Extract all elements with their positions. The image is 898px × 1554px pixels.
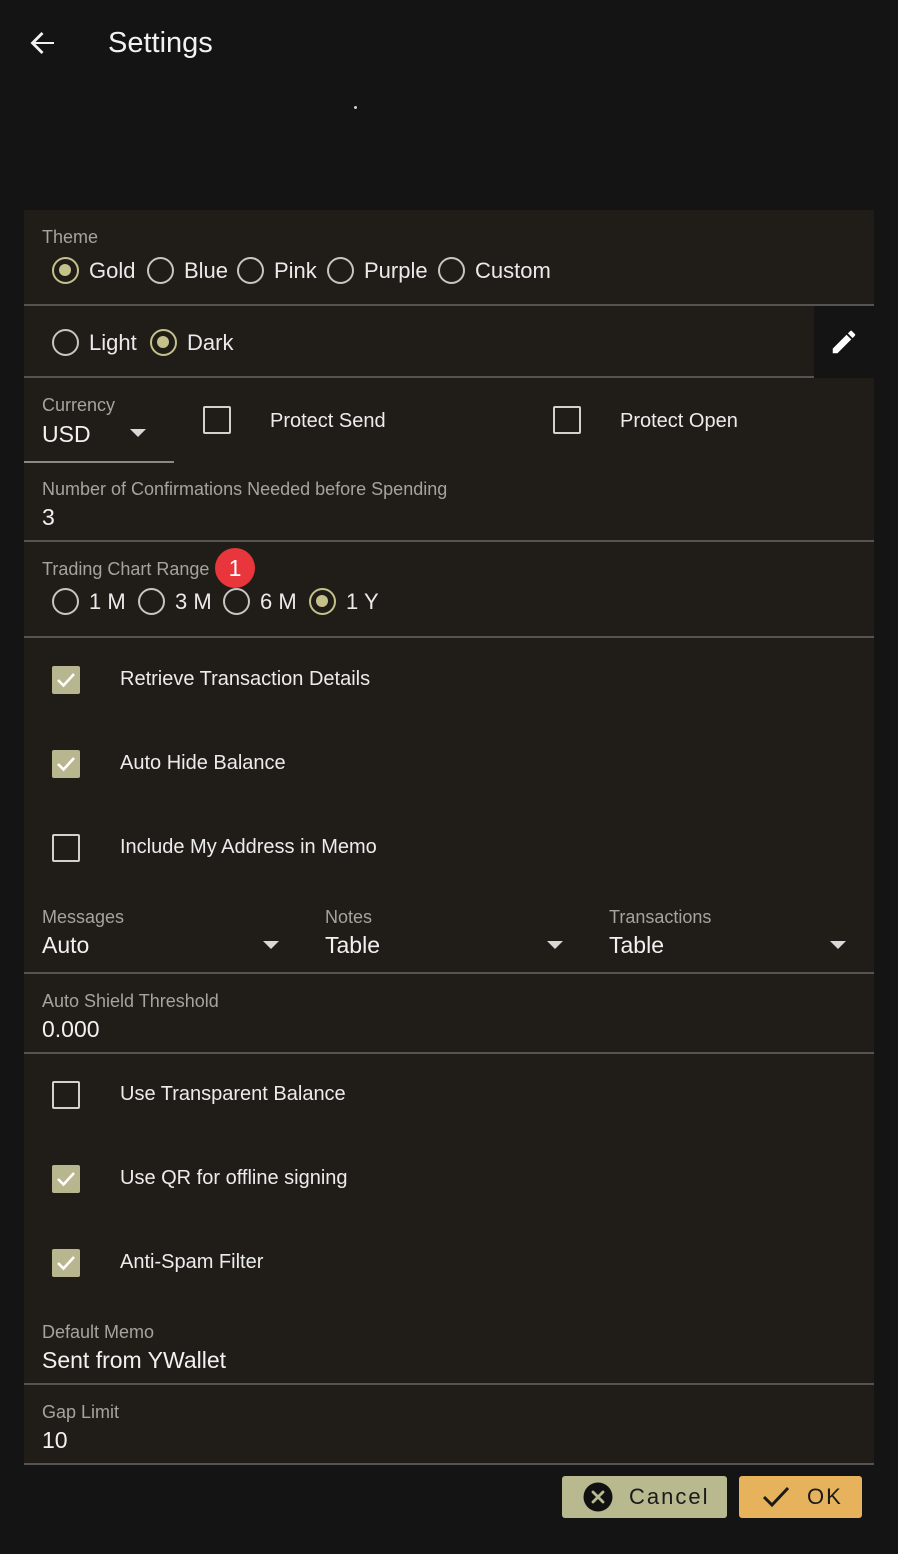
theme-option-custom[interactable]: Custom (438, 257, 551, 284)
option-label[interactable]: Anti-Spam Filter (120, 1251, 263, 1274)
chart-range-option-label: 3 M (175, 588, 212, 614)
option-label[interactable]: Use QR for offline signing (120, 1167, 348, 1190)
chart-range-option-3m[interactable]: 3 M (138, 588, 212, 615)
gap-limit-input[interactable]: 10 (42, 1427, 68, 1454)
check-icon (762, 1486, 790, 1508)
app-bar: Settings (0, 0, 898, 90)
chevron-down-icon (130, 429, 146, 437)
radio-icon (52, 257, 79, 284)
chart-range-option-6m[interactable]: 6 M (223, 588, 297, 615)
chart-range-option-label: 6 M (260, 588, 297, 614)
radio-icon (327, 257, 354, 284)
radio-icon (147, 257, 174, 284)
view-dropdown-label: Transactions (609, 907, 712, 927)
brightness-option-dark[interactable]: Dark (150, 329, 233, 356)
ok-button[interactable]: OK (739, 1476, 862, 1518)
brightness-option-light[interactable]: Light (52, 329, 137, 356)
default-memo-label: Default Memo (42, 1322, 155, 1342)
currency-underline (24, 461, 174, 463)
confirmations-input[interactable]: 3 (42, 504, 55, 531)
option-checkbox[interactable] (52, 1165, 80, 1193)
option-checkbox[interactable] (52, 1249, 80, 1277)
theme-option-gold[interactable]: Gold (52, 257, 135, 284)
divider (24, 376, 814, 378)
brightness-option-label: Light (89, 329, 137, 355)
cancel-button[interactable]: Cancel (562, 1476, 727, 1518)
auto-shield-input[interactable]: 0.000 (42, 1016, 100, 1043)
chevron-down-icon (830, 941, 846, 949)
protect-open-checkbox[interactable] (553, 406, 581, 434)
theme-option-purple[interactable]: Purple (327, 257, 428, 284)
view-dropdown-label: Messages (42, 907, 125, 927)
page-title: Settings (108, 27, 213, 59)
divider (24, 636, 874, 638)
close-circle-icon (583, 1482, 613, 1512)
option-checkbox[interactable] (52, 834, 80, 862)
option-label[interactable]: Include My Address in Memo (120, 836, 377, 859)
view-dropdown-notes[interactable]: Table (325, 932, 380, 959)
pencil-icon (832, 330, 856, 354)
protect-send-label[interactable]: Protect Send (270, 410, 386, 433)
chart-range-option-label: 1 M (89, 588, 126, 614)
chart-range-label: Trading Chart Range (42, 559, 210, 579)
option-checkbox[interactable] (52, 1081, 80, 1109)
divider (24, 304, 874, 306)
divider (24, 1052, 874, 1054)
option-checkbox[interactable] (52, 666, 80, 694)
currency-dropdown[interactable]: USD (42, 421, 91, 448)
divider (24, 540, 874, 542)
radio-icon (150, 329, 177, 356)
view-dropdown-messages[interactable]: Auto (42, 932, 89, 959)
radio-icon (237, 257, 264, 284)
radio-icon (438, 257, 465, 284)
auto-shield-label: Auto Shield Threshold (42, 991, 219, 1011)
radio-icon (138, 588, 165, 615)
ok-button-label: OK (807, 1484, 843, 1509)
divider (24, 1463, 874, 1465)
chevron-down-icon (263, 941, 279, 949)
gap-limit-label: Gap Limit (42, 1402, 120, 1422)
radio-icon (309, 588, 336, 615)
theme-label: Theme (42, 227, 99, 247)
protect-open-label[interactable]: Protect Open (620, 410, 738, 433)
theme-option-label: Blue (184, 257, 229, 283)
theme-option-label: Purple (364, 257, 428, 283)
protect-send-checkbox[interactable] (203, 406, 231, 434)
divider (24, 1383, 874, 1385)
option-label[interactable]: Retrieve Transaction Details (120, 668, 370, 691)
radio-icon (223, 588, 250, 615)
chevron-down-icon (547, 941, 563, 949)
theme-option-pink[interactable]: Pink (237, 257, 317, 284)
brightness-option-label: Dark (187, 329, 234, 355)
view-dropdown-transactions[interactable]: Table (609, 932, 664, 959)
option-label[interactable]: Use Transparent Balance (120, 1083, 346, 1106)
decorative-dot (354, 106, 357, 109)
theme-option-blue[interactable]: Blue (147, 257, 228, 284)
chart-range-option-1y[interactable]: 1 Y (309, 588, 379, 615)
view-dropdown-label: Notes (325, 907, 373, 927)
option-label[interactable]: Auto Hide Balance (120, 752, 286, 775)
currency-label: Currency (42, 395, 116, 415)
option-checkbox[interactable] (52, 750, 80, 778)
chart-range-option-label: 1 Y (346, 588, 379, 614)
radio-icon (52, 329, 79, 356)
theme-option-label: Pink (274, 257, 317, 283)
chart-range-option-1m[interactable]: 1 M (52, 588, 126, 615)
confirmations-label: Number of Confirmations Needed before Sp… (42, 479, 448, 499)
back-arrow-icon[interactable] (26, 26, 60, 60)
radio-icon (52, 588, 79, 615)
divider (24, 972, 874, 974)
notification-badge: 1 (215, 548, 255, 588)
theme-option-label: Custom (475, 257, 551, 283)
theme-option-label: Gold (89, 257, 136, 283)
default-memo-input[interactable]: Sent from YWallet (42, 1347, 226, 1374)
cancel-button-label: Cancel (629, 1484, 710, 1509)
edit-theme-button[interactable] (814, 306, 874, 378)
